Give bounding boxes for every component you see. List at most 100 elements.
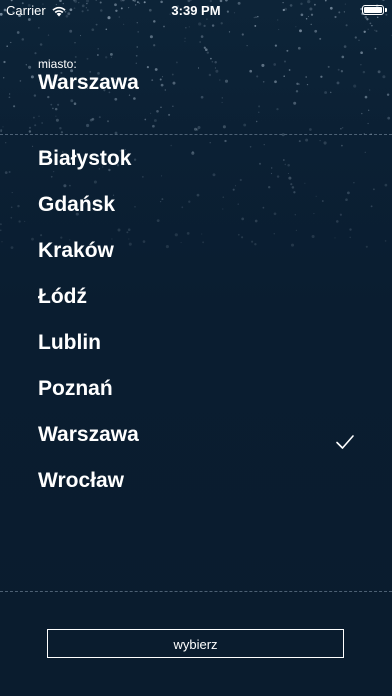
snow-dot xyxy=(69,29,73,33)
snow-dot xyxy=(38,27,40,29)
snow-dot xyxy=(210,57,212,60)
snow-dot xyxy=(34,124,37,127)
snow-dot xyxy=(136,21,139,24)
snow-dot xyxy=(28,126,32,129)
snow-dot xyxy=(149,35,153,39)
snow-dot xyxy=(98,116,101,119)
snow-dot xyxy=(97,48,99,50)
snow-dot xyxy=(224,79,229,83)
snow-dot xyxy=(343,45,347,48)
snow-dot xyxy=(184,40,186,43)
snow-dot xyxy=(160,106,162,109)
snow-dot xyxy=(360,51,363,55)
snow-dot xyxy=(341,127,344,129)
city-item[interactable]: Łódź xyxy=(0,274,392,320)
snow-dot xyxy=(309,128,312,131)
snow-dot xyxy=(211,24,215,27)
snow-dot xyxy=(243,123,247,127)
snow-dot xyxy=(295,90,299,93)
battery-level xyxy=(364,7,382,13)
snow-dot xyxy=(89,118,93,122)
snow-dot xyxy=(369,89,371,91)
snow-dot xyxy=(319,37,322,40)
snow-dot xyxy=(184,37,186,39)
snow-dot xyxy=(175,61,178,64)
snow-dot xyxy=(16,31,20,34)
snow-dot xyxy=(274,80,277,84)
city-item[interactable]: Gdańsk xyxy=(0,182,392,228)
snow-dot xyxy=(276,107,279,111)
snow-dot xyxy=(59,126,62,130)
snow-dot xyxy=(133,97,136,100)
snow-dot xyxy=(55,118,59,122)
snow-dot xyxy=(97,54,99,56)
snow-dot xyxy=(329,91,332,94)
snow-dot xyxy=(206,51,209,54)
snow-dot xyxy=(211,60,214,63)
snow-dot xyxy=(172,81,176,85)
city-item[interactable]: Lublin xyxy=(0,320,392,366)
current-city: Warszawa xyxy=(38,71,139,94)
city-item[interactable]: Wrocław xyxy=(0,458,392,504)
snow-dot xyxy=(8,96,11,99)
city-item-label: Gdańsk xyxy=(38,193,116,216)
snow-dot xyxy=(91,117,95,121)
snow-dot xyxy=(146,66,149,69)
snow-dot xyxy=(110,56,112,58)
snow-dot xyxy=(197,126,201,129)
checkmark-icon xyxy=(334,424,356,449)
snow-dot xyxy=(299,29,302,33)
snow-dot xyxy=(47,95,50,99)
snow-dot xyxy=(95,23,98,26)
snow-dot xyxy=(382,75,386,79)
snow-dot xyxy=(314,29,318,33)
snow-dot xyxy=(254,24,257,27)
snow-dot xyxy=(136,46,138,48)
snow-dot xyxy=(387,116,391,120)
snow-dot xyxy=(52,107,54,110)
snow-dot xyxy=(70,99,74,103)
snow-dot xyxy=(353,84,357,88)
snow-dot xyxy=(25,64,27,66)
snow-dot xyxy=(283,75,286,77)
snow-dot xyxy=(122,23,125,26)
snow-dot xyxy=(295,26,297,28)
city-item-label: Poznań xyxy=(38,377,113,400)
snow-dot xyxy=(39,43,43,46)
snow-dot xyxy=(114,97,118,101)
snow-dot xyxy=(107,120,109,123)
snow-dot xyxy=(57,103,60,106)
snow-dot xyxy=(194,127,197,131)
snow-dot xyxy=(205,48,208,51)
snow-dot xyxy=(369,22,372,25)
snow-dot xyxy=(256,75,259,78)
snow-dot xyxy=(30,75,34,79)
snow-dot xyxy=(361,112,363,115)
snow-dot xyxy=(228,31,231,33)
snow-dot xyxy=(10,41,12,44)
city-item[interactable]: Kraków xyxy=(0,228,392,274)
snow-dot xyxy=(152,124,155,128)
city-item[interactable]: Poznań xyxy=(0,366,392,412)
snow-dot xyxy=(171,73,174,76)
snow-dot xyxy=(105,28,108,31)
city-item[interactable]: Białystok xyxy=(0,136,392,182)
snow-dot xyxy=(156,109,159,113)
snow-dot xyxy=(19,80,22,82)
snow-dot xyxy=(137,31,140,33)
snow-dot xyxy=(50,103,53,106)
snow-dot xyxy=(310,23,312,26)
snow-dot xyxy=(196,128,199,131)
snow-dot xyxy=(203,46,206,49)
snow-dot xyxy=(79,35,82,37)
snow-dot xyxy=(297,46,301,50)
snow-dot xyxy=(91,28,95,32)
snow-dot xyxy=(32,116,35,119)
snow-dot xyxy=(0,130,2,133)
select-button[interactable]: wybierz xyxy=(47,629,344,658)
city-item-selected[interactable]: Warszawa xyxy=(0,412,392,458)
snow-dot xyxy=(200,95,204,99)
snow-dot xyxy=(337,68,340,71)
snow-dot xyxy=(161,76,164,78)
snow-dot xyxy=(200,35,204,38)
